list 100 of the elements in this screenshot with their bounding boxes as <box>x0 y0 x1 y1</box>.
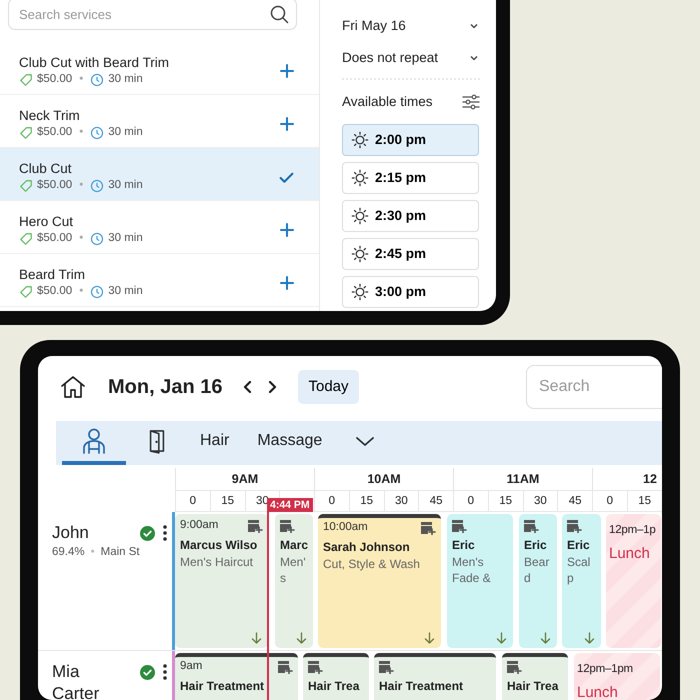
filter-icon[interactable] <box>462 94 480 110</box>
appointment-time: 9am <box>180 659 202 674</box>
appointment-time: 10:00am <box>323 520 368 536</box>
client-name: Hair Treatment <box>180 679 266 695</box>
hour-label: 11AM <box>506 472 540 486</box>
price-text: $50.00 <box>37 125 72 140</box>
price-text: $50.00 <box>37 178 72 194</box>
service-name: Men's Haircut <box>180 554 254 570</box>
duration-text: 30 min <box>108 72 143 88</box>
time-slot-button[interactable]: 2:45 pm <box>342 238 479 270</box>
home-icon[interactable] <box>60 374 86 400</box>
tag-icon <box>19 232 33 246</box>
today-button[interactable]: Today <box>298 370 359 404</box>
minute-label: 30 <box>394 495 408 507</box>
calendar-add-icon[interactable] <box>280 520 295 532</box>
add-icon[interactable] <box>279 222 295 238</box>
appointment-card[interactable]: 10:00am Sarah Johnson Cut, Style & Wash <box>318 514 441 648</box>
service-name: Men's <box>280 554 307 588</box>
appointment-card[interactable]: Marc Men's <box>275 514 313 648</box>
category-tab[interactable]: Massage <box>245 421 334 465</box>
time-slot-button[interactable]: 2:30 pm <box>342 200 479 232</box>
clock-icon <box>90 232 104 246</box>
separator-dot: • <box>79 72 84 88</box>
appointment-time: 9:00am <box>180 518 218 534</box>
appointment-card[interactable]: Hair Treatment <box>374 653 496 700</box>
price-text: $50.00 <box>37 231 72 246</box>
calendar-add-icon[interactable] <box>278 660 293 674</box>
calendar-add-icon[interactable] <box>452 520 467 532</box>
more-options-icon[interactable] <box>163 525 167 541</box>
calendar-add-icon[interactable] <box>567 520 582 532</box>
sun-icon <box>351 207 369 225</box>
service-item[interactable]: Club Cut $50.00 • 30 min <box>0 148 319 201</box>
service-name: Beard Trim <box>19 266 86 284</box>
service-name: Club Cut with Beard Trim <box>19 54 170 72</box>
hour-label: 10AM <box>367 472 401 486</box>
appointment-card[interactable]: Eric Beard <box>519 514 557 648</box>
time-slot-button[interactable]: 2:15 pm <box>342 162 479 194</box>
minute-label: 15 <box>221 495 234 507</box>
repeat-dropdown[interactable]: Does not repeat <box>342 42 480 74</box>
date-dropdown[interactable]: Fri May 16 <box>342 10 480 42</box>
time-slot-button[interactable]: 2:00 pm <box>342 124 479 156</box>
clock-icon <box>90 178 104 193</box>
service-item[interactable]: Hero Cut $50.00 • 30 min <box>0 201 319 254</box>
appointment-card[interactable]: Eric Scalp <box>562 514 601 648</box>
service-name: Cut, Style & Wash <box>323 556 421 572</box>
service-item[interactable]: Beard Trim $50.00 • 30 min <box>0 254 319 307</box>
client-name: Hair Trea <box>507 679 560 695</box>
client-name: Hair Trea <box>308 679 360 695</box>
price-text: $50.00 <box>37 284 72 300</box>
service-name: Club Cut <box>19 160 73 178</box>
service-item[interactable]: Club Cut with Beard Trim $50.00 • 30 min <box>0 42 319 95</box>
tag-icon <box>19 178 33 193</box>
minute-label: 15 <box>360 495 374 507</box>
add-icon[interactable] <box>279 63 295 79</box>
calendar-add-icon[interactable] <box>248 520 263 532</box>
duration-text: 30 min <box>108 284 143 300</box>
client-name: Marc <box>280 538 308 554</box>
break-title: Lunch <box>609 544 651 564</box>
minute-label: 0 <box>190 495 196 507</box>
separator-dot: • <box>79 231 84 246</box>
separator-dot: • <box>79 125 84 140</box>
price-text: $50.00 <box>37 72 72 88</box>
minute-label: 0 <box>606 495 614 507</box>
sun-icon <box>351 283 369 301</box>
calendar-add-icon[interactable] <box>308 660 323 674</box>
service-name: Beard <box>524 554 550 588</box>
calendar-add-icon[interactable] <box>379 660 394 674</box>
category-tab[interactable]: Hair <box>188 421 242 465</box>
duration-text: 30 min <box>108 178 143 194</box>
more-options-icon[interactable] <box>163 664 167 680</box>
break-time: 12pm–1p <box>609 523 657 538</box>
service-name: Neck Trim <box>19 106 81 124</box>
break-time: 12pm–1pm <box>577 662 634 677</box>
appointment-card[interactable]: Eric Men's Fade & <box>447 514 513 648</box>
client-name: Eric <box>452 538 476 554</box>
appointment-card[interactable]: Hair Trea <box>303 653 369 700</box>
sun-icon <box>351 131 369 149</box>
calendar-add-icon[interactable] <box>507 660 522 674</box>
sun-icon <box>351 169 369 187</box>
appointment-card[interactable]: Hair Trea <box>502 653 568 700</box>
section-heading: Available times <box>342 92 433 111</box>
duration-text: 30 min <box>108 125 143 140</box>
search-icon[interactable] <box>269 4 289 24</box>
minute-label: 30 <box>534 495 547 507</box>
clock-icon <box>90 72 104 87</box>
search-field[interactable]: Search <box>526 365 662 409</box>
hour-label: 9AM <box>232 472 258 486</box>
appointment-card[interactable]: 9:00am Marcus Wilso Men's Haircut <box>175 514 268 648</box>
add-icon[interactable] <box>279 116 295 132</box>
appointment-card[interactable]: 9am Hair Treatment <box>175 653 298 700</box>
status-check-icon <box>140 526 155 541</box>
chevron-right-icon <box>266 379 278 395</box>
minute-label: 15 <box>638 495 652 507</box>
time-slot-button[interactable]: 3:00 pm <box>342 276 479 308</box>
add-icon[interactable] <box>279 275 295 291</box>
tag-icon <box>19 126 33 140</box>
calendar-add-icon[interactable] <box>524 520 539 532</box>
separator-dot: • <box>79 178 84 194</box>
search-field[interactable]: Search services <box>8 0 297 30</box>
calendar-add-icon[interactable] <box>421 522 436 534</box>
